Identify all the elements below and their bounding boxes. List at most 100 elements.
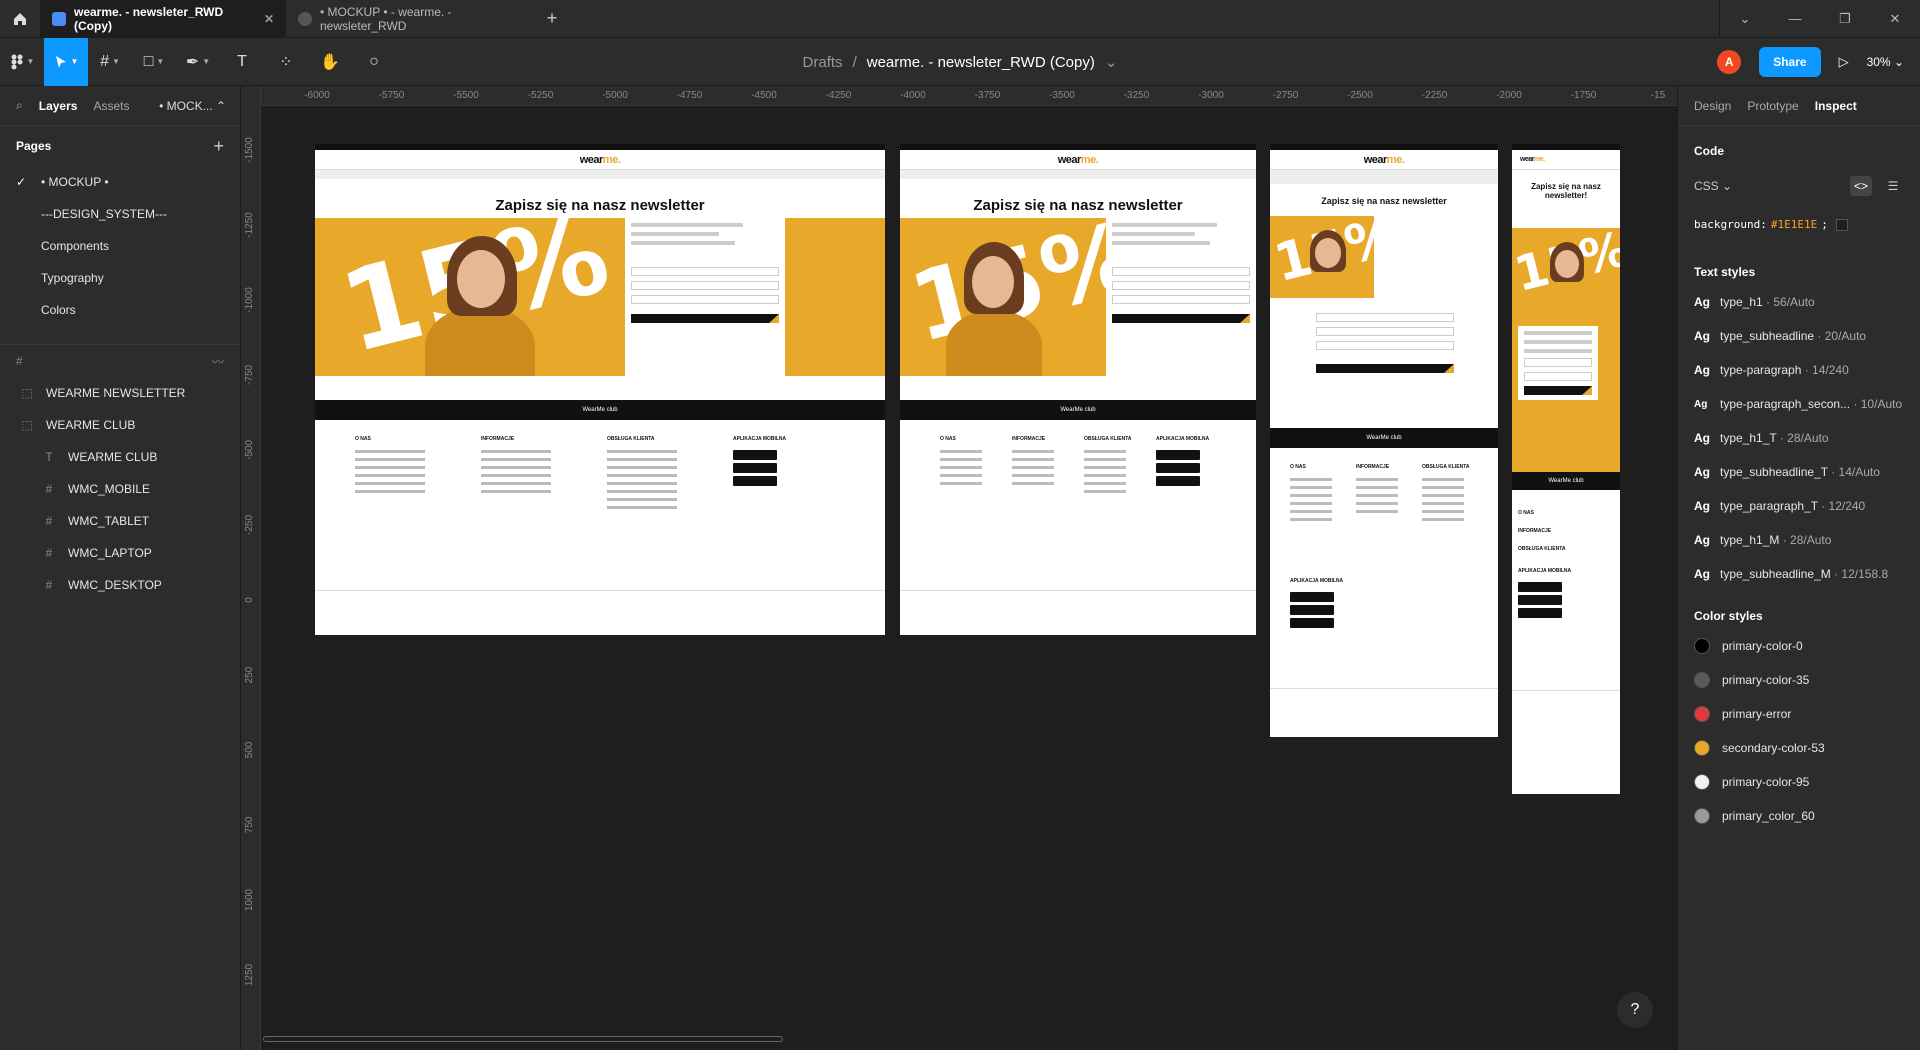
code-icon[interactable]: <> bbox=[1850, 176, 1872, 196]
breadcrumb-drafts[interactable]: Drafts bbox=[803, 54, 843, 71]
tab-newsletter-copy[interactable]: wearme. - newsleter_RWD (Copy) ✕ bbox=[40, 0, 286, 38]
layer-item[interactable]: # WMC_DESKTOP bbox=[0, 569, 240, 601]
app-store-badge[interactable] bbox=[733, 463, 777, 473]
color-style-item[interactable]: primary_color_60 bbox=[1694, 799, 1904, 833]
tab-assets[interactable]: Assets bbox=[93, 99, 129, 113]
text-style-item[interactable]: Ag type_subheadline_M · 12/158.8 bbox=[1694, 557, 1904, 591]
tab-layers[interactable]: Layers bbox=[39, 99, 78, 113]
app-store-badge[interactable] bbox=[1518, 595, 1562, 605]
resources-icon[interactable]: ⁘ bbox=[264, 38, 308, 86]
list-icon[interactable]: ☰ bbox=[1882, 176, 1904, 196]
tab-inspect[interactable]: Inspect bbox=[1815, 99, 1857, 113]
search-icon[interactable]: ⌕ bbox=[16, 98, 23, 113]
color-style-name: primary-error bbox=[1722, 707, 1792, 721]
tab-mockup[interactable]: • MOCKUP • - wearme. - newsleter_RWD bbox=[286, 0, 532, 38]
gender-field[interactable] bbox=[1112, 295, 1250, 304]
app-gallery-badge[interactable] bbox=[1156, 476, 1200, 486]
main-menu-button[interactable]: ▼ bbox=[0, 38, 44, 86]
name-field[interactable] bbox=[1112, 281, 1250, 290]
page-item[interactable]: Components bbox=[0, 230, 240, 262]
shape-tool-button[interactable]: □ ▼ bbox=[132, 38, 176, 86]
avatar[interactable]: A bbox=[1717, 50, 1742, 74]
text-style-item[interactable]: Ag type_subheadline · 20/Auto bbox=[1694, 319, 1904, 353]
new-tab-button[interactable]: + bbox=[532, 8, 572, 29]
app-store-badge[interactable] bbox=[1156, 463, 1200, 473]
app-gallery-badge[interactable] bbox=[733, 476, 777, 486]
text-style-item[interactable]: Ag type_paragraph_T · 12/240 bbox=[1694, 489, 1904, 523]
file-name[interactable]: wearme. - newsleter_RWD (Copy) bbox=[867, 54, 1095, 71]
page-item[interactable]: ✓ • MOCKUP • bbox=[0, 166, 240, 198]
color-style-item[interactable]: secondary-color-53 bbox=[1694, 731, 1904, 765]
page-selector[interactable]: • MOCK... ⌃ bbox=[159, 99, 226, 113]
name-field[interactable] bbox=[631, 281, 779, 290]
pen-tool-button[interactable]: ✒ ▼ bbox=[176, 38, 220, 86]
chevron-down-icon[interactable]: ⌄ bbox=[1105, 53, 1118, 71]
maximize-button[interactable]: ❐ bbox=[1820, 0, 1870, 38]
subscribe-button[interactable] bbox=[631, 314, 779, 323]
google-play-badge[interactable] bbox=[1156, 450, 1200, 460]
close-icon[interactable]: ✕ bbox=[264, 12, 274, 26]
page-item[interactable]: ---DESIGN_SYSTEM--- bbox=[0, 198, 240, 230]
tab-prototype[interactable]: Prototype bbox=[1747, 99, 1798, 113]
hand-tool-icon[interactable]: ✋ bbox=[308, 38, 352, 86]
layer-item[interactable]: # WMC_TABLET bbox=[0, 505, 240, 537]
chevron-down-icon[interactable]: ⌄ bbox=[1720, 0, 1770, 38]
google-play-badge[interactable] bbox=[733, 450, 777, 460]
present-icon[interactable]: ▷ bbox=[1839, 54, 1849, 70]
page-item[interactable]: Typography bbox=[0, 262, 240, 294]
close-window-button[interactable]: ✕ bbox=[1870, 0, 1920, 38]
layer-item[interactable]: ⬚ WEARME CLUB bbox=[0, 409, 240, 441]
home-icon[interactable] bbox=[0, 0, 40, 38]
app-gallery-badge[interactable] bbox=[1518, 608, 1562, 618]
text-tool-button[interactable]: T bbox=[220, 38, 264, 86]
tab-design[interactable]: Design bbox=[1694, 99, 1731, 113]
share-button[interactable]: Share bbox=[1759, 47, 1821, 77]
help-button[interactable]: ? bbox=[1617, 992, 1653, 1028]
page-item[interactable]: Colors bbox=[0, 294, 240, 326]
text-style-item[interactable]: Ag type-paragraph_secon... · 10/Auto bbox=[1694, 387, 1904, 421]
app-gallery-badge[interactable] bbox=[1290, 618, 1334, 628]
text-style-item[interactable]: Ag type_subheadline_T · 14/Auto bbox=[1694, 455, 1904, 489]
email-field[interactable] bbox=[1316, 313, 1454, 322]
color-style-item[interactable]: primary-color-95 bbox=[1694, 765, 1904, 799]
app-store-badge[interactable] bbox=[1290, 605, 1334, 615]
subscribe-button[interactable] bbox=[1524, 386, 1592, 395]
language-dropdown[interactable]: CSS ⌄ bbox=[1694, 179, 1732, 193]
layer-item[interactable]: # WMC_MOBILE bbox=[0, 473, 240, 505]
text-style-item[interactable]: Ag type-paragraph · 14/240 bbox=[1694, 353, 1904, 387]
gender-field[interactable] bbox=[1316, 341, 1454, 350]
text-style-item[interactable]: Ag type_h1 · 56/Auto bbox=[1694, 285, 1904, 319]
wave-icon[interactable]: 〰 bbox=[212, 353, 224, 370]
layer-item[interactable]: T WEARME CLUB bbox=[0, 441, 240, 473]
gender-field[interactable] bbox=[631, 295, 779, 304]
frame-laptop[interactable]: wearme. Zapisz się na nasz newsletter 15… bbox=[900, 144, 1256, 635]
move-tool-button[interactable]: ▼ bbox=[44, 37, 88, 86]
minimize-button[interactable]: — bbox=[1770, 0, 1820, 38]
frame-tablet[interactable]: wearme. Zapisz się na nasz newsletter 15… bbox=[1270, 144, 1498, 737]
add-page-button[interactable]: + bbox=[213, 136, 224, 157]
text-style-item[interactable]: Ag type_h1_T · 28/Auto bbox=[1694, 421, 1904, 455]
google-play-badge[interactable] bbox=[1290, 592, 1334, 602]
subscribe-button[interactable] bbox=[1112, 314, 1250, 323]
canvas[interactable]: -6000 -5750 -5500 -5250 -5000 -4750 -4500 -4250… bbox=[241, 86, 1677, 1050]
frame-desktop[interactable]: wearme. Zapisz się na nasz newsletter 15… bbox=[315, 144, 885, 635]
comment-tool-icon[interactable]: ○ bbox=[352, 38, 396, 86]
gender-field[interactable] bbox=[1524, 372, 1592, 381]
subscribe-button[interactable] bbox=[1316, 364, 1454, 373]
layer-item[interactable]: # WMC_LAPTOP bbox=[0, 537, 240, 569]
email-field[interactable] bbox=[1524, 358, 1592, 367]
color-style-item[interactable]: primary-error bbox=[1694, 697, 1904, 731]
frame-mobile[interactable]: wearme. Zapisz się na nasz newsletter! 1… bbox=[1512, 144, 1620, 794]
horizontal-scrollbar[interactable] bbox=[263, 1036, 783, 1042]
frame-tool-button[interactable]: # ▼ bbox=[88, 38, 132, 86]
text-style-item[interactable]: Ag type_h1_M · 28/Auto bbox=[1694, 523, 1904, 557]
zoom-dropdown[interactable]: 30% ⌄ bbox=[1867, 55, 1904, 69]
color-style-item[interactable]: primary-color-0 bbox=[1694, 629, 1904, 663]
layer-item[interactable]: ⬚ WEARME NEWSLETTER bbox=[0, 377, 240, 409]
email-field[interactable] bbox=[1112, 267, 1250, 276]
name-field[interactable] bbox=[1316, 327, 1454, 336]
google-play-badge[interactable] bbox=[1518, 582, 1562, 592]
code-title: Code bbox=[1694, 144, 1724, 158]
email-field[interactable] bbox=[631, 267, 779, 276]
color-style-item[interactable]: primary-color-35 bbox=[1694, 663, 1904, 697]
